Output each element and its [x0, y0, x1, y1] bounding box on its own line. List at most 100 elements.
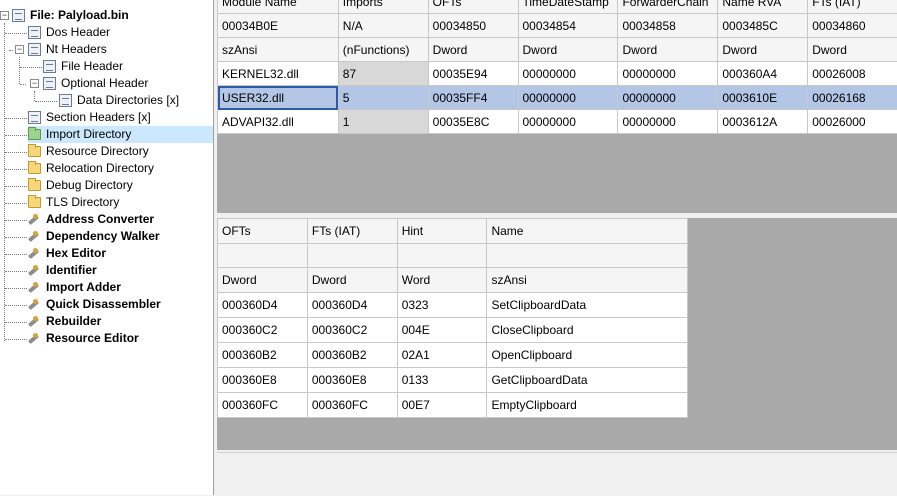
module-name-cell[interactable]: ADVAPI32.dll: [218, 110, 339, 134]
tree-item-tls-directory[interactable]: TLS Directory: [28, 194, 121, 211]
tree-item-root-file[interactable]: File: Palyload.bin: [12, 7, 131, 24]
tree-item-file-header[interactable]: File Header: [43, 58, 125, 75]
imports-count-cell[interactable]: 5: [338, 86, 428, 110]
function-name-cell[interactable]: OpenClipboard: [487, 343, 688, 368]
tree-item-resource-directory[interactable]: Resource Directory: [28, 143, 151, 160]
type-cell: (nFunctions): [338, 38, 428, 62]
tree-item-dos-header[interactable]: Dos Header: [28, 24, 112, 41]
wrench-icon: [27, 247, 41, 261]
offset-cell: [307, 244, 397, 268]
table-row-selected[interactable]: USER32.dll 5 00035FF4 00000000 00000000 …: [218, 86, 897, 110]
table-cell[interactable]: 000360E8: [307, 368, 397, 393]
column-header[interactable]: FTs (IAT): [307, 219, 397, 244]
document-icon: [28, 43, 41, 56]
tree-item-address-converter[interactable]: Address Converter: [27, 211, 156, 228]
table-cell[interactable]: 000360FC: [218, 393, 308, 418]
table-row[interactable]: 000360FC 000360FC 00E7 EmptyClipboard: [218, 393, 688, 418]
table-cell[interactable]: 000360D4: [218, 293, 308, 318]
document-icon: [59, 94, 72, 107]
table-cell[interactable]: 0003612A: [718, 110, 808, 134]
table-cell[interactable]: 00000000: [618, 62, 718, 86]
tree-item-identifier[interactable]: Identifier: [27, 262, 99, 279]
function-name-cell[interactable]: EmptyClipboard: [487, 393, 688, 418]
type-cell: Dword: [307, 268, 397, 293]
table-cell[interactable]: 000360A4: [718, 62, 808, 86]
tree-item-dependency-walker[interactable]: Dependency Walker: [27, 228, 162, 245]
table-cell[interactable]: 000360B2: [218, 343, 308, 368]
table-cell[interactable]: 00000000: [618, 110, 718, 134]
table-cell[interactable]: 000360FC: [307, 393, 397, 418]
table-cell[interactable]: 00035E94: [428, 62, 518, 86]
collapse-icon[interactable]: −: [0, 11, 9, 20]
imports-count-cell[interactable]: 1: [338, 110, 428, 134]
imports-count-cell[interactable]: 87: [338, 62, 428, 86]
column-header[interactable]: TimeDateStamp: [518, 0, 618, 14]
offset-cell: [218, 244, 308, 268]
tree-item-data-directories[interactable]: Data Directories [x]: [59, 92, 181, 109]
table-cell[interactable]: 000360C2: [218, 318, 308, 343]
table-row[interactable]: 000360B2 000360B2 02A1 OpenClipboard: [218, 343, 688, 368]
table-row[interactable]: 000360E8 000360E8 0133 GetClipboardData: [218, 368, 688, 393]
column-header[interactable]: OFTs: [218, 219, 308, 244]
tree-line: [5, 288, 27, 289]
table-row[interactable]: 000360C2 000360C2 004E CloseClipboard: [218, 318, 688, 343]
column-header[interactable]: ForwarderChain: [618, 0, 718, 14]
column-header[interactable]: Name RVA: [718, 0, 808, 14]
modules-offset-row: 00034B0E N/A 00034850 00034854 00034858 …: [218, 14, 897, 38]
table-row[interactable]: 000360D4 000360D4 0323 SetClipboardData: [218, 293, 688, 318]
table-cell[interactable]: 00000000: [518, 86, 618, 110]
table-cell[interactable]: 000360D4: [307, 293, 397, 318]
tree-item-import-adder[interactable]: Import Adder: [27, 279, 123, 296]
tree-item-hex-editor[interactable]: Hex Editor: [27, 245, 108, 262]
column-header[interactable]: FTs (IAT): [808, 0, 897, 14]
table-cell[interactable]: 004E: [397, 318, 487, 343]
table-cell[interactable]: 0323: [397, 293, 487, 318]
table-cell[interactable]: 000360C2: [307, 318, 397, 343]
column-header[interactable]: Module Name: [218, 0, 339, 14]
tree-item-quick-disassembler[interactable]: Quick Disassembler: [27, 296, 163, 313]
column-header[interactable]: OFTs: [428, 0, 518, 14]
tree-line: [34, 91, 35, 101]
column-header[interactable]: Imports: [338, 0, 428, 14]
table-cell[interactable]: 000360B2: [307, 343, 397, 368]
function-name-cell[interactable]: CloseClipboard: [487, 318, 688, 343]
tree-item-section-headers[interactable]: Section Headers [x]: [28, 109, 153, 126]
column-header[interactable]: Hint: [397, 219, 487, 244]
table-cell[interactable]: 00000000: [518, 110, 618, 134]
table-cell[interactable]: 00035E8C: [428, 110, 518, 134]
tree-item-nt-headers[interactable]: Nt Headers: [28, 41, 109, 58]
table-cell[interactable]: 00E7: [397, 393, 487, 418]
table-cell[interactable]: 00026168: [808, 86, 897, 110]
table-cell[interactable]: 0133: [397, 368, 487, 393]
tree-item-resource-editor[interactable]: Resource Editor: [27, 330, 141, 347]
tree-item-label: Nt Headers: [44, 41, 109, 58]
table-row[interactable]: ADVAPI32.dll 1 00035E8C 00000000 0000000…: [218, 110, 897, 134]
tree-line: [4, 23, 5, 341]
module-name-cell-focused[interactable]: USER32.dll: [218, 86, 339, 110]
table-cell[interactable]: 00035FF4: [428, 86, 518, 110]
tree-item-optional-header[interactable]: Optional Header: [43, 75, 150, 92]
tree-item-import-directory[interactable]: Import Directory: [28, 126, 213, 143]
table-cell[interactable]: 00026000: [808, 110, 897, 134]
table-row[interactable]: KERNEL32.dll 87 00035E94 00000000 000000…: [218, 62, 897, 86]
function-name-cell[interactable]: GetClipboardData: [487, 368, 688, 393]
function-name-cell[interactable]: SetClipboardData: [487, 293, 688, 318]
column-header[interactable]: Name: [487, 219, 688, 244]
tree-line: [9, 50, 13, 51]
tree-item-rebuilder[interactable]: Rebuilder: [27, 313, 103, 330]
tree-item-label: Quick Disassembler: [44, 296, 163, 313]
folder-open-icon: [28, 129, 41, 140]
tree-line: [5, 271, 27, 272]
table-cell[interactable]: 02A1: [397, 343, 487, 368]
tree-item-relocation-directory[interactable]: Relocation Directory: [28, 160, 156, 177]
collapse-icon[interactable]: −: [15, 45, 24, 54]
table-cell[interactable]: 0003610E: [718, 86, 808, 110]
table-cell[interactable]: 00026008: [808, 62, 897, 86]
collapse-icon[interactable]: −: [30, 79, 39, 88]
module-name-cell[interactable]: KERNEL32.dll: [218, 62, 339, 86]
tree-item-debug-directory[interactable]: Debug Directory: [28, 177, 135, 194]
tree-line: [5, 203, 27, 204]
table-cell[interactable]: 000360E8: [218, 368, 308, 393]
table-cell[interactable]: 00000000: [518, 62, 618, 86]
table-cell[interactable]: 00000000: [618, 86, 718, 110]
